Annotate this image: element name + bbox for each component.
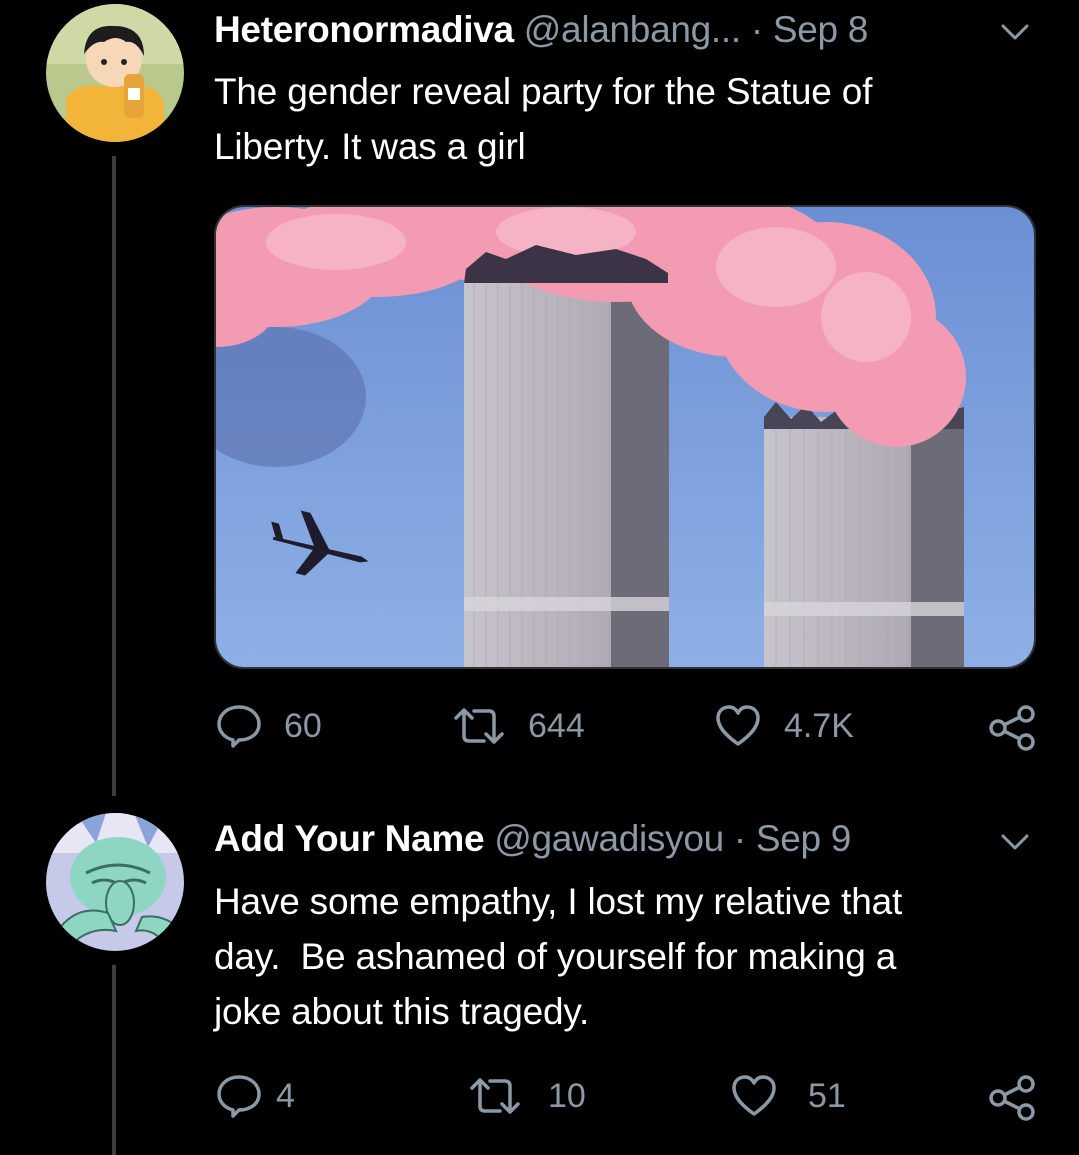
tweet-header: Add Your Name @gawadisyou · Sep 9 bbox=[214, 817, 851, 861]
tweet-date[interactable]: Sep 8 bbox=[773, 9, 869, 50]
tweet-header: Heteronormadiva @alanbang... · Sep 8 bbox=[214, 8, 868, 52]
like-count: 51 bbox=[808, 1076, 846, 1115]
like-button[interactable]: 4.7K bbox=[714, 704, 854, 748]
retweet-icon bbox=[454, 708, 504, 744]
chevron-down-icon bbox=[1001, 24, 1029, 40]
avatar-image bbox=[46, 813, 184, 951]
tweet-text-line: Liberty. It was a girl bbox=[214, 126, 526, 167]
avatar[interactable] bbox=[46, 4, 184, 142]
retweet-count: 10 bbox=[548, 1076, 586, 1115]
twin-towers-pink-smoke-image bbox=[216, 207, 1034, 667]
tweet-text: The gender reveal party for the Statue o… bbox=[214, 64, 1054, 174]
thread-connector bbox=[112, 156, 116, 796]
reply-button[interactable]: 60 bbox=[216, 704, 322, 748]
separator: · bbox=[733, 818, 746, 859]
heart-icon bbox=[716, 705, 760, 746]
chevron-down-icon bbox=[1001, 834, 1029, 850]
reply-button[interactable]: 4 bbox=[216, 1074, 295, 1118]
retweet-button[interactable]: 10 bbox=[468, 1074, 586, 1118]
reply-icon bbox=[217, 1075, 261, 1118]
tweet-text-line: Have some empathy, I lost my relative th… bbox=[214, 881, 903, 922]
reply-icon bbox=[217, 705, 261, 748]
more-button[interactable] bbox=[1000, 22, 1030, 47]
share-icon bbox=[989, 705, 1035, 751]
tweet-media[interactable] bbox=[214, 205, 1036, 669]
share-button[interactable] bbox=[988, 704, 1036, 752]
like-count: 4.7K bbox=[784, 706, 854, 745]
separator: · bbox=[750, 9, 763, 50]
tweet-text-line: The gender reveal party for the Statue o… bbox=[214, 71, 873, 112]
tweet-date[interactable]: Sep 9 bbox=[756, 818, 852, 859]
heart-icon bbox=[732, 1075, 776, 1116]
reply-count: 4 bbox=[276, 1076, 295, 1115]
retweet-count: 644 bbox=[528, 706, 585, 745]
retweet-icon bbox=[470, 1078, 520, 1114]
like-button[interactable]: 51 bbox=[730, 1074, 846, 1118]
share-icon bbox=[989, 1075, 1035, 1121]
more-button[interactable] bbox=[1000, 832, 1030, 857]
reply-count: 60 bbox=[284, 706, 322, 745]
share-button[interactable] bbox=[988, 1074, 1036, 1122]
handle[interactable]: @alanbang... bbox=[524, 9, 741, 50]
tweet-text: Have some empathy, I lost my relative th… bbox=[214, 874, 1054, 1039]
tweet-text-line: joke about this tragedy. bbox=[214, 991, 590, 1032]
retweet-button[interactable]: 644 bbox=[452, 704, 585, 748]
thread-connector bbox=[112, 965, 116, 1155]
avatar[interactable] bbox=[46, 813, 184, 951]
avatar-image bbox=[46, 4, 184, 142]
tweet-text-line: day. Be ashamed of yourself for making a bbox=[214, 936, 897, 977]
display-name[interactable]: Add Your Name bbox=[214, 818, 485, 859]
handle[interactable]: @gawadisyou bbox=[494, 818, 724, 859]
display-name[interactable]: Heteronormadiva bbox=[214, 9, 514, 50]
